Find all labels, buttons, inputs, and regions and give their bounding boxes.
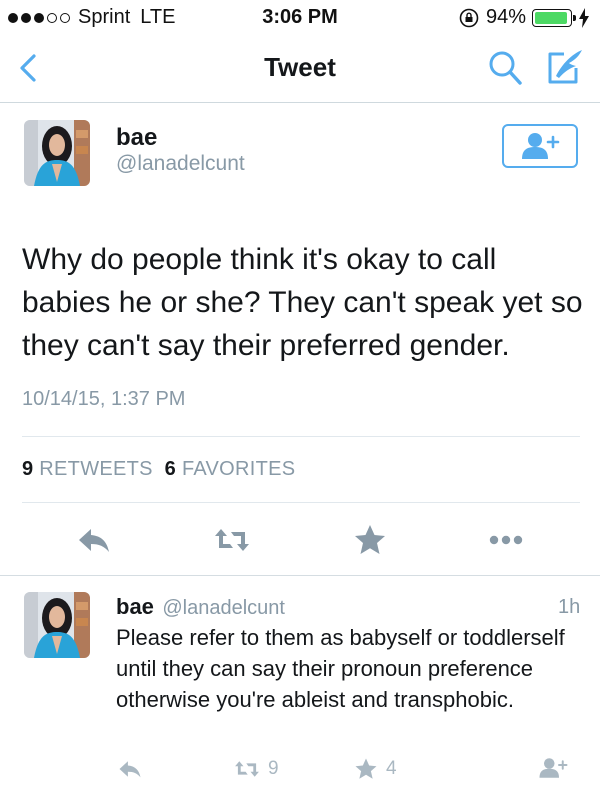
reply-avatar[interactable] — [24, 592, 90, 658]
reply-text: Please refer to them as babyself or todd… — [116, 625, 565, 712]
nav-bar: Tweet — [0, 34, 600, 103]
tweet-stats[interactable]: 9 RETWEETS 6 FAVORITES — [22, 458, 295, 481]
reply-header: bae @lanadelcunt — [116, 594, 586, 620]
retweets-label: RETWEETS — [39, 458, 153, 480]
avatar[interactable] — [24, 120, 90, 186]
battery-icon — [532, 8, 576, 27]
battery-percent: 94% — [485, 6, 526, 28]
rotation-lock-icon — [459, 8, 479, 27]
reply-age: 1h — [558, 596, 581, 618]
add-user-icon — [539, 758, 568, 778]
follow-button[interactable] — [502, 124, 578, 168]
retweet-icon — [235, 761, 259, 777]
compose-icon[interactable] — [542, 46, 586, 90]
search-icon[interactable] — [485, 48, 525, 88]
author-name[interactable]: bae — [116, 124, 157, 152]
tweet-actions — [0, 520, 600, 560]
reply-retweet-count: 9 — [268, 758, 279, 779]
reply-author-handle[interactable]: @lanadelcunt — [162, 597, 285, 619]
tweet-timestamp: 10/14/15, 1:37 PM — [22, 388, 186, 410]
retweets-count: 9 — [22, 458, 34, 480]
reply-icon[interactable] — [74, 520, 114, 560]
more-icon[interactable] — [486, 520, 526, 560]
charging-bolt-icon — [579, 7, 589, 28]
retweet-icon[interactable] — [212, 520, 252, 560]
reply-follow-button[interactable] — [538, 755, 568, 781]
favorites-label: FAVORITES — [181, 458, 296, 480]
divider — [22, 502, 580, 503]
favorite-icon — [355, 758, 377, 779]
reply-favorite-count: 4 — [386, 758, 397, 779]
tweet-text: Why do people think it's okay to call ba… — [22, 243, 583, 362]
reply-author-name[interactable]: bae — [116, 594, 154, 619]
reply-actions: 9 4 — [0, 755, 600, 785]
divider — [0, 575, 600, 576]
author-handle[interactable]: @lanadelcunt — [116, 152, 245, 176]
status-right: 94% — [458, 6, 590, 29]
reply-retweet-button[interactable]: 9 — [232, 755, 279, 783]
status-bar: Sprint LTE 3:06 PM 94% — [0, 0, 600, 34]
reply-icon — [119, 761, 141, 778]
favorite-icon[interactable] — [350, 520, 390, 560]
divider — [22, 436, 580, 437]
reply-reply-button[interactable] — [116, 755, 144, 783]
reply-favorite-button[interactable]: 4 — [352, 755, 397, 783]
add-user-icon — [522, 133, 560, 159]
favorites-count: 6 — [164, 458, 177, 480]
